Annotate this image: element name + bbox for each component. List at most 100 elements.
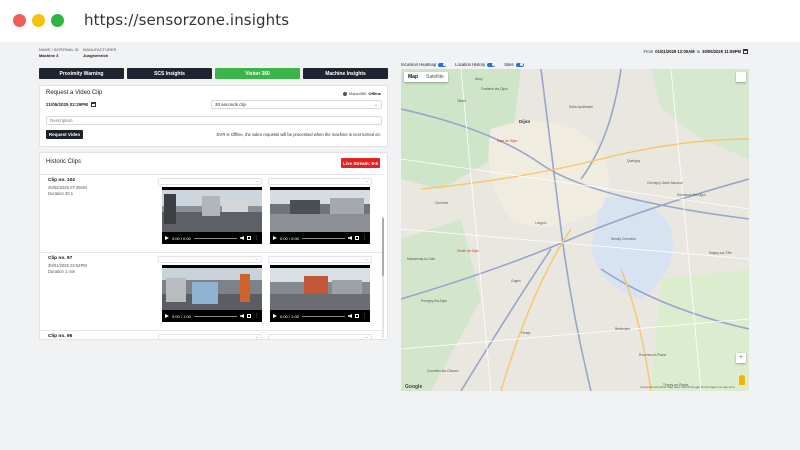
volume-icon[interactable]	[240, 236, 244, 240]
calendar-icon[interactable]	[91, 102, 97, 107]
toggle-label: Incursion Heatmap	[401, 62, 437, 67]
camera-select[interactable]: ⌄	[268, 334, 372, 340]
clip-duration-value: 30 seconds clip	[215, 102, 247, 107]
fullscreen-icon[interactable]	[247, 236, 251, 240]
clip-name: Clip no. 97	[48, 256, 73, 261]
clip-duration-select[interactable]: 30 seconds clip ⌄	[211, 100, 382, 109]
play-icon[interactable]	[165, 236, 169, 240]
tab-proximity-warning[interactable]: Proximity Warning	[39, 68, 124, 79]
volume-icon[interactable]	[240, 314, 244, 318]
map-place-label: Fénay	[521, 331, 531, 335]
video-frame	[270, 268, 370, 310]
toggle-label: Sites	[504, 62, 514, 67]
live-stream-button[interactable]: Live Stream: 9-8	[341, 158, 380, 168]
description-input[interactable]: Description	[46, 116, 382, 125]
clip-duration: Duration 1 min	[48, 269, 76, 274]
clip-timestamp: 20/02/2025 07:49AM	[48, 185, 87, 190]
volume-icon[interactable]	[348, 314, 352, 318]
map-place-label: Gare de Dijon	[497, 139, 518, 143]
range-to-value: 30/05/2025 11:59PM	[702, 49, 741, 54]
video-controls: 0:00 / 1:00 ⋮	[162, 310, 262, 322]
video-time: 0:00 / 0:00	[172, 235, 191, 241]
street-view-pegman-icon[interactable]	[739, 375, 745, 385]
tab-scs-insights[interactable]: SCS Insights	[127, 68, 212, 79]
camera-select[interactable]: ⌄	[158, 334, 262, 339]
zoom-control[interactable]: +	[736, 353, 746, 363]
play-icon[interactable]	[165, 314, 169, 318]
camera-select[interactable]: ⌄	[268, 256, 372, 263]
play-icon[interactable]	[273, 314, 277, 318]
seek-bar[interactable]	[301, 315, 345, 317]
video-player[interactable]: 0:00 / 0:00 ⋮	[270, 187, 370, 244]
more-options-icon[interactable]: ⋮	[362, 236, 367, 241]
camera-select[interactable]: ⌄	[268, 178, 372, 185]
tab-vision-360[interactable]: Vision 360	[215, 68, 300, 79]
clips-scrollbar[interactable]	[382, 216, 384, 338]
map-place-label: Perrigny-lès-Dijon	[421, 299, 448, 303]
map-place-label: Neuilly-Crimolois	[611, 237, 636, 241]
map-place-label: Corcelles-lès-Cîteaux	[427, 369, 459, 373]
fullscreen-icon[interactable]	[355, 314, 359, 318]
address-bar-url[interactable]: https://sensorzone.insights	[84, 11, 289, 29]
browser-chrome: https://sensorzone.insights	[0, 0, 800, 42]
map-place-label: Marsannay-la-Côte	[407, 257, 436, 261]
toggle-sites[interactable]: Sites	[504, 62, 524, 67]
toggle-incursion-heatmap[interactable]: Incursion Heatmap	[401, 62, 447, 67]
request-clip-card: Request a Video Clip Vision360 Offline 2…	[39, 85, 388, 147]
toggle-location-history[interactable]: Location History	[455, 62, 496, 67]
manufacturer-value: Jungheinrich	[83, 53, 109, 58]
datetime-picker[interactable]: 21/05/2025 02:29PM	[46, 102, 97, 107]
map-place-label: Dijon	[519, 119, 531, 124]
fullscreen-icon[interactable]	[736, 72, 746, 82]
toggle-switch[interactable]	[487, 62, 496, 67]
minimize-window-dot[interactable]	[32, 14, 45, 27]
video-player[interactable]: 0:00 / 1:00 ⋮	[270, 265, 370, 322]
map-place-label: Saint-Apollinaire	[569, 105, 594, 109]
clip-row: Clip no. 96 ⌄ ⌄	[40, 330, 383, 340]
map-view[interactable]: Map Satellite + Google Keyboard shortcut…	[401, 69, 749, 391]
map-place-label: Talant	[457, 99, 466, 103]
chevron-down-icon: ⌄	[364, 334, 369, 340]
tab-machine-insights[interactable]: Machine Insights	[303, 68, 388, 79]
toggle-switch[interactable]	[515, 62, 524, 67]
map-place-label: Thorey-en-Plaine	[663, 383, 689, 387]
play-icon[interactable]	[273, 236, 277, 240]
request-clip-title: Request a Video Clip	[46, 90, 103, 96]
machine-name-value: Machine 3	[39, 53, 59, 58]
maximize-window-dot[interactable]	[51, 14, 64, 27]
video-player[interactable]: 0:00 / 0:00 ⋮	[162, 187, 262, 244]
chevron-down-icon: ⌄	[364, 178, 369, 184]
clip-timestamp: 30/01/2025 02:54PM	[48, 263, 87, 268]
seek-bar[interactable]	[193, 237, 237, 239]
toggle-switch[interactable]	[438, 62, 447, 67]
video-frame	[162, 268, 262, 310]
camera-select[interactable]: ⌄	[158, 256, 262, 263]
video-time: 0:00 / 1:00	[172, 313, 191, 319]
toggle-label: Location History	[455, 62, 486, 67]
map-place-label: Bretenière	[615, 327, 631, 331]
chevron-down-icon: ⌄	[364, 256, 369, 262]
map-type-map[interactable]: Map	[404, 72, 422, 82]
map-type-control: Map Satellite	[404, 72, 448, 82]
map-type-satellite[interactable]: Satellite	[422, 72, 448, 82]
calendar-icon[interactable]	[743, 49, 748, 54]
video-player[interactable]: 0:00 / 1:00 ⋮	[162, 265, 262, 322]
seek-bar[interactable]	[301, 237, 345, 239]
chevron-down-icon: ⌄	[254, 256, 259, 262]
map-place-label: Ahuy	[475, 77, 483, 81]
video-controls: 0:00 / 0:00 ⋮	[162, 232, 262, 244]
fullscreen-icon[interactable]	[247, 314, 251, 318]
more-options-icon[interactable]: ⋮	[254, 236, 259, 241]
volume-icon[interactable]	[348, 236, 352, 240]
seek-bar[interactable]	[193, 315, 237, 317]
fullscreen-icon[interactable]	[355, 236, 359, 240]
device-status-value: Offline	[368, 91, 381, 96]
scrollbar-thumb[interactable]	[382, 218, 384, 276]
date-range[interactable]: From 01/01/2025 12:00AM to 30/05/2025 11…	[643, 49, 748, 54]
request-video-button[interactable]: Request Video	[46, 130, 83, 139]
map-place-label: Longvic	[535, 221, 547, 225]
more-options-icon[interactable]: ⋮	[254, 314, 259, 319]
close-window-dot[interactable]	[13, 14, 26, 27]
more-options-icon[interactable]: ⋮	[362, 314, 367, 319]
camera-select[interactable]: ⌄	[158, 178, 262, 185]
